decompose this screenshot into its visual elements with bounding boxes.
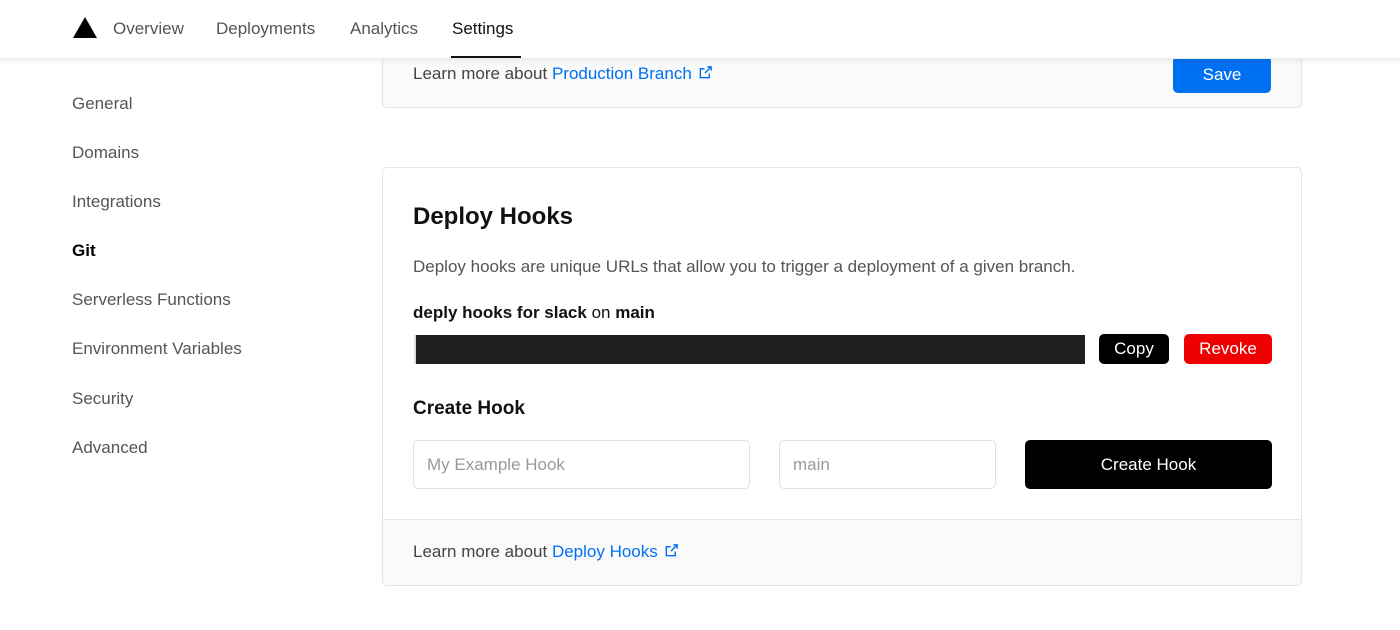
nav-tab-overview[interactable]: Overview <box>113 19 184 39</box>
top-navigation: Overview Deployments Analytics Settings <box>0 0 1400 59</box>
copy-button[interactable]: Copy <box>1099 334 1169 364</box>
hook-name: deply hooks for slack <box>413 303 587 322</box>
hook-branch-input[interactable] <box>779 440 996 489</box>
active-tab-indicator <box>451 56 521 58</box>
hook-branch: main <box>615 303 655 322</box>
nav-tab-analytics[interactable]: Analytics <box>350 19 418 39</box>
nav-tab-settings[interactable]: Settings <box>452 19 513 39</box>
deploy-hooks-learn-more: Learn more about Deploy Hooks <box>413 542 679 562</box>
learn-more-prefix: Learn more about <box>413 64 548 83</box>
sidebar-item-serverless-functions[interactable]: Serverless Functions <box>72 290 231 310</box>
revoke-button[interactable]: Revoke <box>1184 334 1272 364</box>
hook-url-redacted[interactable] <box>414 335 1085 364</box>
hook-name-input[interactable] <box>413 440 750 489</box>
deploy-hooks-description: Deploy hooks are unique URLs that allow … <box>413 257 1076 276</box>
deploy-hooks-title: Deploy Hooks <box>413 203 574 230</box>
deploy-hooks-link[interactable]: Deploy Hooks <box>552 542 679 561</box>
deploy-hooks-card-footer: Learn more about Deploy Hooks <box>383 519 1301 585</box>
hook-label: deply hooks for slack on main <box>413 303 655 323</box>
sidebar-item-integrations[interactable]: Integrations <box>72 192 161 212</box>
external-link-icon <box>665 544 678 557</box>
production-branch-link[interactable]: Production Branch <box>552 64 713 83</box>
production-branch-link-label: Production Branch <box>551 64 692 83</box>
sidebar-item-general[interactable]: General <box>72 94 132 114</box>
learn-more-prefix: Learn more about <box>413 542 548 561</box>
save-button[interactable]: Save <box>1173 56 1271 93</box>
deploy-hooks-card: Deploy Hooks Deploy hooks are unique URL… <box>382 167 1302 586</box>
create-hook-button[interactable]: Create Hook <box>1025 440 1272 489</box>
sidebar-item-security[interactable]: Security <box>72 389 133 409</box>
production-branch-learn-more: Learn more about Production Branch <box>413 64 713 84</box>
create-hook-title: Create Hook <box>413 398 525 419</box>
sidebar-item-domains[interactable]: Domains <box>72 143 139 163</box>
hook-on-text: on <box>591 303 611 322</box>
deploy-hooks-link-label: Deploy Hooks <box>551 542 658 561</box>
sidebar-item-git[interactable]: Git <box>72 241 96 261</box>
external-link-icon <box>699 66 712 79</box>
triangle-logo-icon[interactable] <box>73 17 97 38</box>
sidebar-item-advanced[interactable]: Advanced <box>72 438 148 458</box>
nav-tab-deployments[interactable]: Deployments <box>216 19 315 39</box>
sidebar-item-environment-variables[interactable]: Environment Variables <box>72 339 242 359</box>
